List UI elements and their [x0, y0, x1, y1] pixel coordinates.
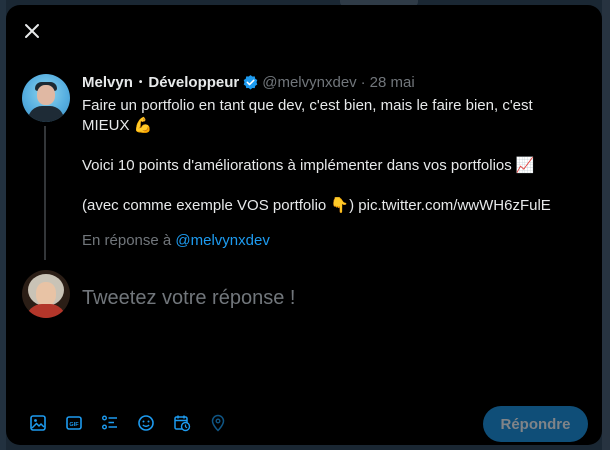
- poll-icon: [102, 415, 117, 430]
- thread-line: [44, 126, 46, 260]
- tweet-line: Faire un portfolio en tant que dev, c'es…: [82, 97, 533, 134]
- reply-modal: Melvyn • Développeur @melvynxdev · 28 ma…: [6, 5, 602, 445]
- tweet-date[interactable]: 28 mai: [370, 74, 415, 91]
- emoji-icon: [138, 415, 154, 431]
- close-icon: [25, 24, 39, 38]
- author-name[interactable]: Melvyn: [82, 74, 133, 91]
- poll-button[interactable]: [92, 408, 128, 438]
- location-icon: [211, 414, 225, 432]
- replying-to-prefix: En réponse à: [82, 232, 176, 249]
- tweet-text: Faire un portfolio en tant que dev, c'es…: [82, 96, 582, 216]
- tweet-header: Melvyn • Développeur @melvynxdev · 28 ma…: [82, 74, 415, 91]
- gif-button[interactable]: GIF: [56, 408, 92, 438]
- close-button[interactable]: [18, 17, 46, 45]
- composer-toolbar: GIF: [20, 408, 236, 438]
- reply-submit-button[interactable]: Répondre: [483, 406, 588, 442]
- svg-text:GIF: GIF: [69, 422, 79, 428]
- author-avatar[interactable]: [22, 74, 70, 122]
- location-button[interactable]: [200, 408, 236, 438]
- image-icon: [30, 415, 46, 431]
- author-title[interactable]: Développeur: [148, 74, 239, 91]
- replying-to-mention[interactable]: @melvynxdev: [175, 232, 269, 249]
- reply-input[interactable]: [82, 283, 582, 313]
- name-separator: •: [138, 77, 143, 88]
- tweet-line: Voici 10 points d'améliorations à implém…: [82, 157, 535, 174]
- schedule-icon: [174, 415, 191, 432]
- current-user-avatar: [22, 270, 70, 318]
- schedule-button[interactable]: [164, 408, 200, 438]
- gif-icon: GIF: [66, 416, 82, 430]
- emoji-button[interactable]: [128, 408, 164, 438]
- author-handle[interactable]: @melvynxdev: [262, 74, 356, 91]
- replying-to: En réponse à @melvynxdev: [82, 232, 270, 249]
- background-right-edge: [602, 0, 610, 450]
- tweet-line: (avec comme exemple VOS portfolio 👇) pic…: [82, 197, 551, 214]
- meta-separator: ·: [360, 74, 366, 91]
- media-button[interactable]: [20, 408, 56, 438]
- verified-badge-icon: [243, 75, 258, 90]
